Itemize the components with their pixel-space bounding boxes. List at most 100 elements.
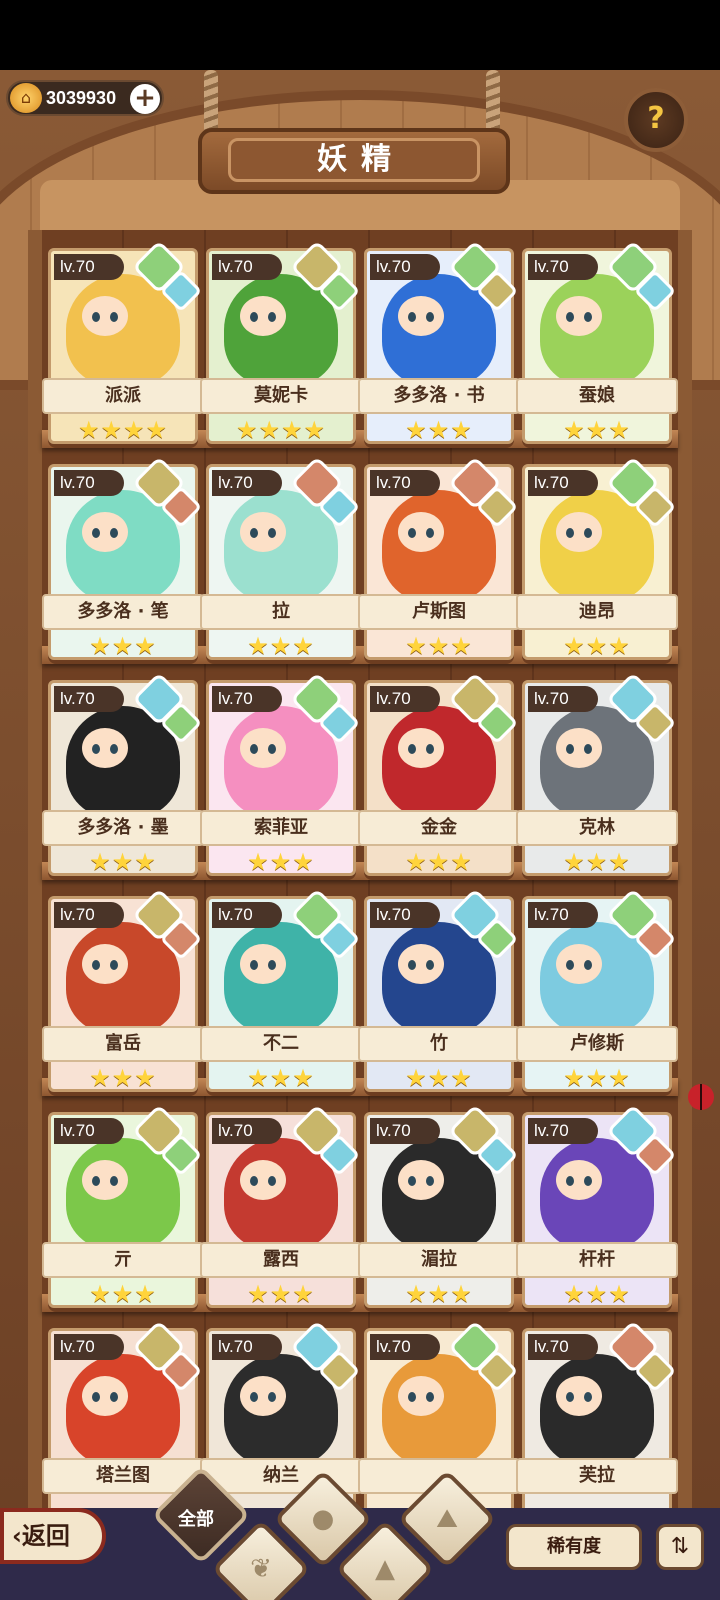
level-badge: lv.70 bbox=[212, 1118, 282, 1144]
water-drop-icon: ● bbox=[311, 1504, 335, 1534]
fairy-card[interactable]: lv.70 索菲亚 ★★★ bbox=[200, 672, 362, 880]
fairy-face bbox=[556, 296, 602, 336]
star-rating: ★★★ bbox=[89, 1064, 157, 1092]
fairy-name: 克林 bbox=[516, 810, 678, 846]
level-badge: lv.70 bbox=[370, 254, 440, 280]
peak-icon: ⛰ bbox=[436, 1504, 458, 1534]
fairy-face bbox=[240, 944, 286, 984]
fairy-name: 莫妮卡 bbox=[200, 378, 362, 414]
fairy-name: 迪昂 bbox=[516, 594, 678, 630]
fairy-card[interactable]: lv.70 杆杆 ★★★ bbox=[516, 1104, 678, 1312]
fairy-card[interactable]: lv.70 露西 ★★★ bbox=[200, 1104, 362, 1312]
currency-display: ⌂ 3039930 + bbox=[6, 80, 164, 116]
ladybug-icon bbox=[688, 1084, 714, 1110]
star-rating: ★★★★ bbox=[77, 416, 169, 444]
fairy-face bbox=[398, 512, 444, 552]
star-rating: ★★★ bbox=[89, 848, 157, 876]
fairy-card[interactable]: lv.70 多多洛 · 笔 ★★★ bbox=[42, 456, 204, 664]
fairy-face bbox=[398, 1160, 444, 1200]
level-badge: lv.70 bbox=[212, 686, 282, 712]
fairy-face bbox=[240, 512, 286, 552]
fairy-name: 索菲亚 bbox=[200, 810, 362, 846]
fairy-face bbox=[82, 1376, 128, 1416]
fairy-name: 杆杆 bbox=[516, 1242, 678, 1278]
filter-all-label: 全部 bbox=[178, 1509, 214, 1530]
fairy-card[interactable]: lv.70 芙拉 bbox=[516, 1320, 678, 1528]
title-board: 妖精 bbox=[198, 128, 510, 194]
level-badge: lv.70 bbox=[212, 470, 282, 496]
level-badge: lv.70 bbox=[528, 686, 598, 712]
level-badge: lv.70 bbox=[528, 1118, 598, 1144]
star-rating: ★★★ bbox=[563, 632, 631, 660]
fairy-card[interactable]: lv.70 派派 ★★★★ bbox=[42, 240, 204, 448]
level-badge: lv.70 bbox=[528, 470, 598, 496]
fairy-face bbox=[82, 944, 128, 984]
star-rating: ★★★ bbox=[405, 1064, 473, 1092]
fairy-card[interactable]: lv.70 卢修斯 ★★★ bbox=[516, 888, 678, 1096]
level-badge: lv.70 bbox=[54, 470, 124, 496]
fairy-card[interactable]: lv.70 金金 ★★★ bbox=[358, 672, 520, 880]
fairy-card[interactable]: lv.70 迪昂 ★★★ bbox=[516, 456, 678, 664]
fairy-face bbox=[240, 1376, 286, 1416]
fairy-face bbox=[82, 728, 128, 768]
fairy-card[interactable]: lv.70 克林 ★★★ bbox=[516, 672, 678, 880]
level-badge: lv.70 bbox=[370, 686, 440, 712]
sprout-icon: ❦ bbox=[250, 1554, 272, 1584]
star-rating: ★★★ bbox=[563, 1064, 631, 1092]
fairy-card[interactable]: lv.70 卢斯图 ★★★ bbox=[358, 456, 520, 664]
fairy-face bbox=[240, 296, 286, 336]
level-badge: lv.70 bbox=[370, 1118, 440, 1144]
level-badge: lv.70 bbox=[528, 902, 598, 928]
fairy-card[interactable]: lv.70 多多洛 · 书 ★★★ bbox=[358, 240, 520, 448]
sort-rarity-button[interactable]: 稀有度 bbox=[506, 1524, 642, 1570]
level-badge: lv.70 bbox=[370, 1334, 440, 1360]
fairy-card[interactable]: lv.70 蚕娘 ★★★ bbox=[516, 240, 678, 448]
question-icon: ? bbox=[647, 101, 665, 136]
fairy-name: 卢斯图 bbox=[358, 594, 520, 630]
level-badge: lv.70 bbox=[54, 686, 124, 712]
level-badge: lv.70 bbox=[212, 1334, 282, 1360]
star-rating: ★★★ bbox=[247, 1064, 315, 1092]
fairy-card[interactable]: lv.70 竹 ★★★ bbox=[358, 888, 520, 1096]
fairy-name: 多多洛 · 墨 bbox=[42, 810, 204, 846]
level-badge: lv.70 bbox=[370, 902, 440, 928]
sort-order-icon[interactable]: ⇅ bbox=[656, 1524, 704, 1570]
fairy-card[interactable]: lv.70 不二 ★★★ bbox=[200, 888, 362, 1096]
fairy-face bbox=[556, 1376, 602, 1416]
fairy-name: 蚕娘 bbox=[516, 378, 678, 414]
fairy-card[interactable]: lv.70 多多洛 · 墨 ★★★ bbox=[42, 672, 204, 880]
fairy-card[interactable]: lv.70 莫妮卡 ★★★★ bbox=[200, 240, 362, 448]
fairy-face bbox=[556, 1160, 602, 1200]
fairy-face bbox=[82, 296, 128, 336]
level-badge: lv.70 bbox=[528, 1334, 598, 1360]
level-badge: lv.70 bbox=[528, 254, 598, 280]
fairy-face bbox=[398, 728, 444, 768]
star-rating: ★★★ bbox=[405, 1280, 473, 1308]
fairy-card[interactable]: lv.70 亓 ★★★ bbox=[42, 1104, 204, 1312]
chevron-left-icon: ‹ bbox=[12, 1522, 22, 1550]
star-rating: ★★★ bbox=[563, 1280, 631, 1308]
fairy-collection-screen: ⌂ 3039930 + ? 妖精 lv.70 派派 ★★★★ lv.70 莫妮卡… bbox=[0, 70, 720, 1600]
fairy-name: 露西 bbox=[200, 1242, 362, 1278]
star-rating: ★★★ bbox=[247, 1280, 315, 1308]
fairy-name: 湄拉 bbox=[358, 1242, 520, 1278]
fairy-card[interactable]: lv.70 湄拉 ★★★ bbox=[358, 1104, 520, 1312]
level-badge: lv.70 bbox=[54, 902, 124, 928]
fairy-name: 金金 bbox=[358, 810, 520, 846]
fairy-name: 竹 bbox=[358, 1026, 520, 1062]
currency-amount: 3039930 bbox=[46, 88, 117, 108]
fairy-name: 多多洛 · 笔 bbox=[42, 594, 204, 630]
fairy-card[interactable]: lv.70 拉 ★★★ bbox=[200, 456, 362, 664]
add-currency-button[interactable]: + bbox=[130, 84, 160, 114]
fairy-card[interactable]: lv.70 富岳 ★★★ bbox=[42, 888, 204, 1096]
help-button[interactable]: ? bbox=[624, 88, 688, 152]
star-rating: ★★★ bbox=[405, 848, 473, 876]
level-badge: lv.70 bbox=[212, 254, 282, 280]
fairy-name: 拉 bbox=[200, 594, 362, 630]
fairy-face bbox=[398, 944, 444, 984]
star-rating: ★★★ bbox=[405, 632, 473, 660]
star-rating: ★★★ bbox=[563, 848, 631, 876]
level-badge: lv.70 bbox=[212, 902, 282, 928]
back-button[interactable]: ‹返回 bbox=[0, 1508, 106, 1564]
fairy-face bbox=[398, 296, 444, 336]
